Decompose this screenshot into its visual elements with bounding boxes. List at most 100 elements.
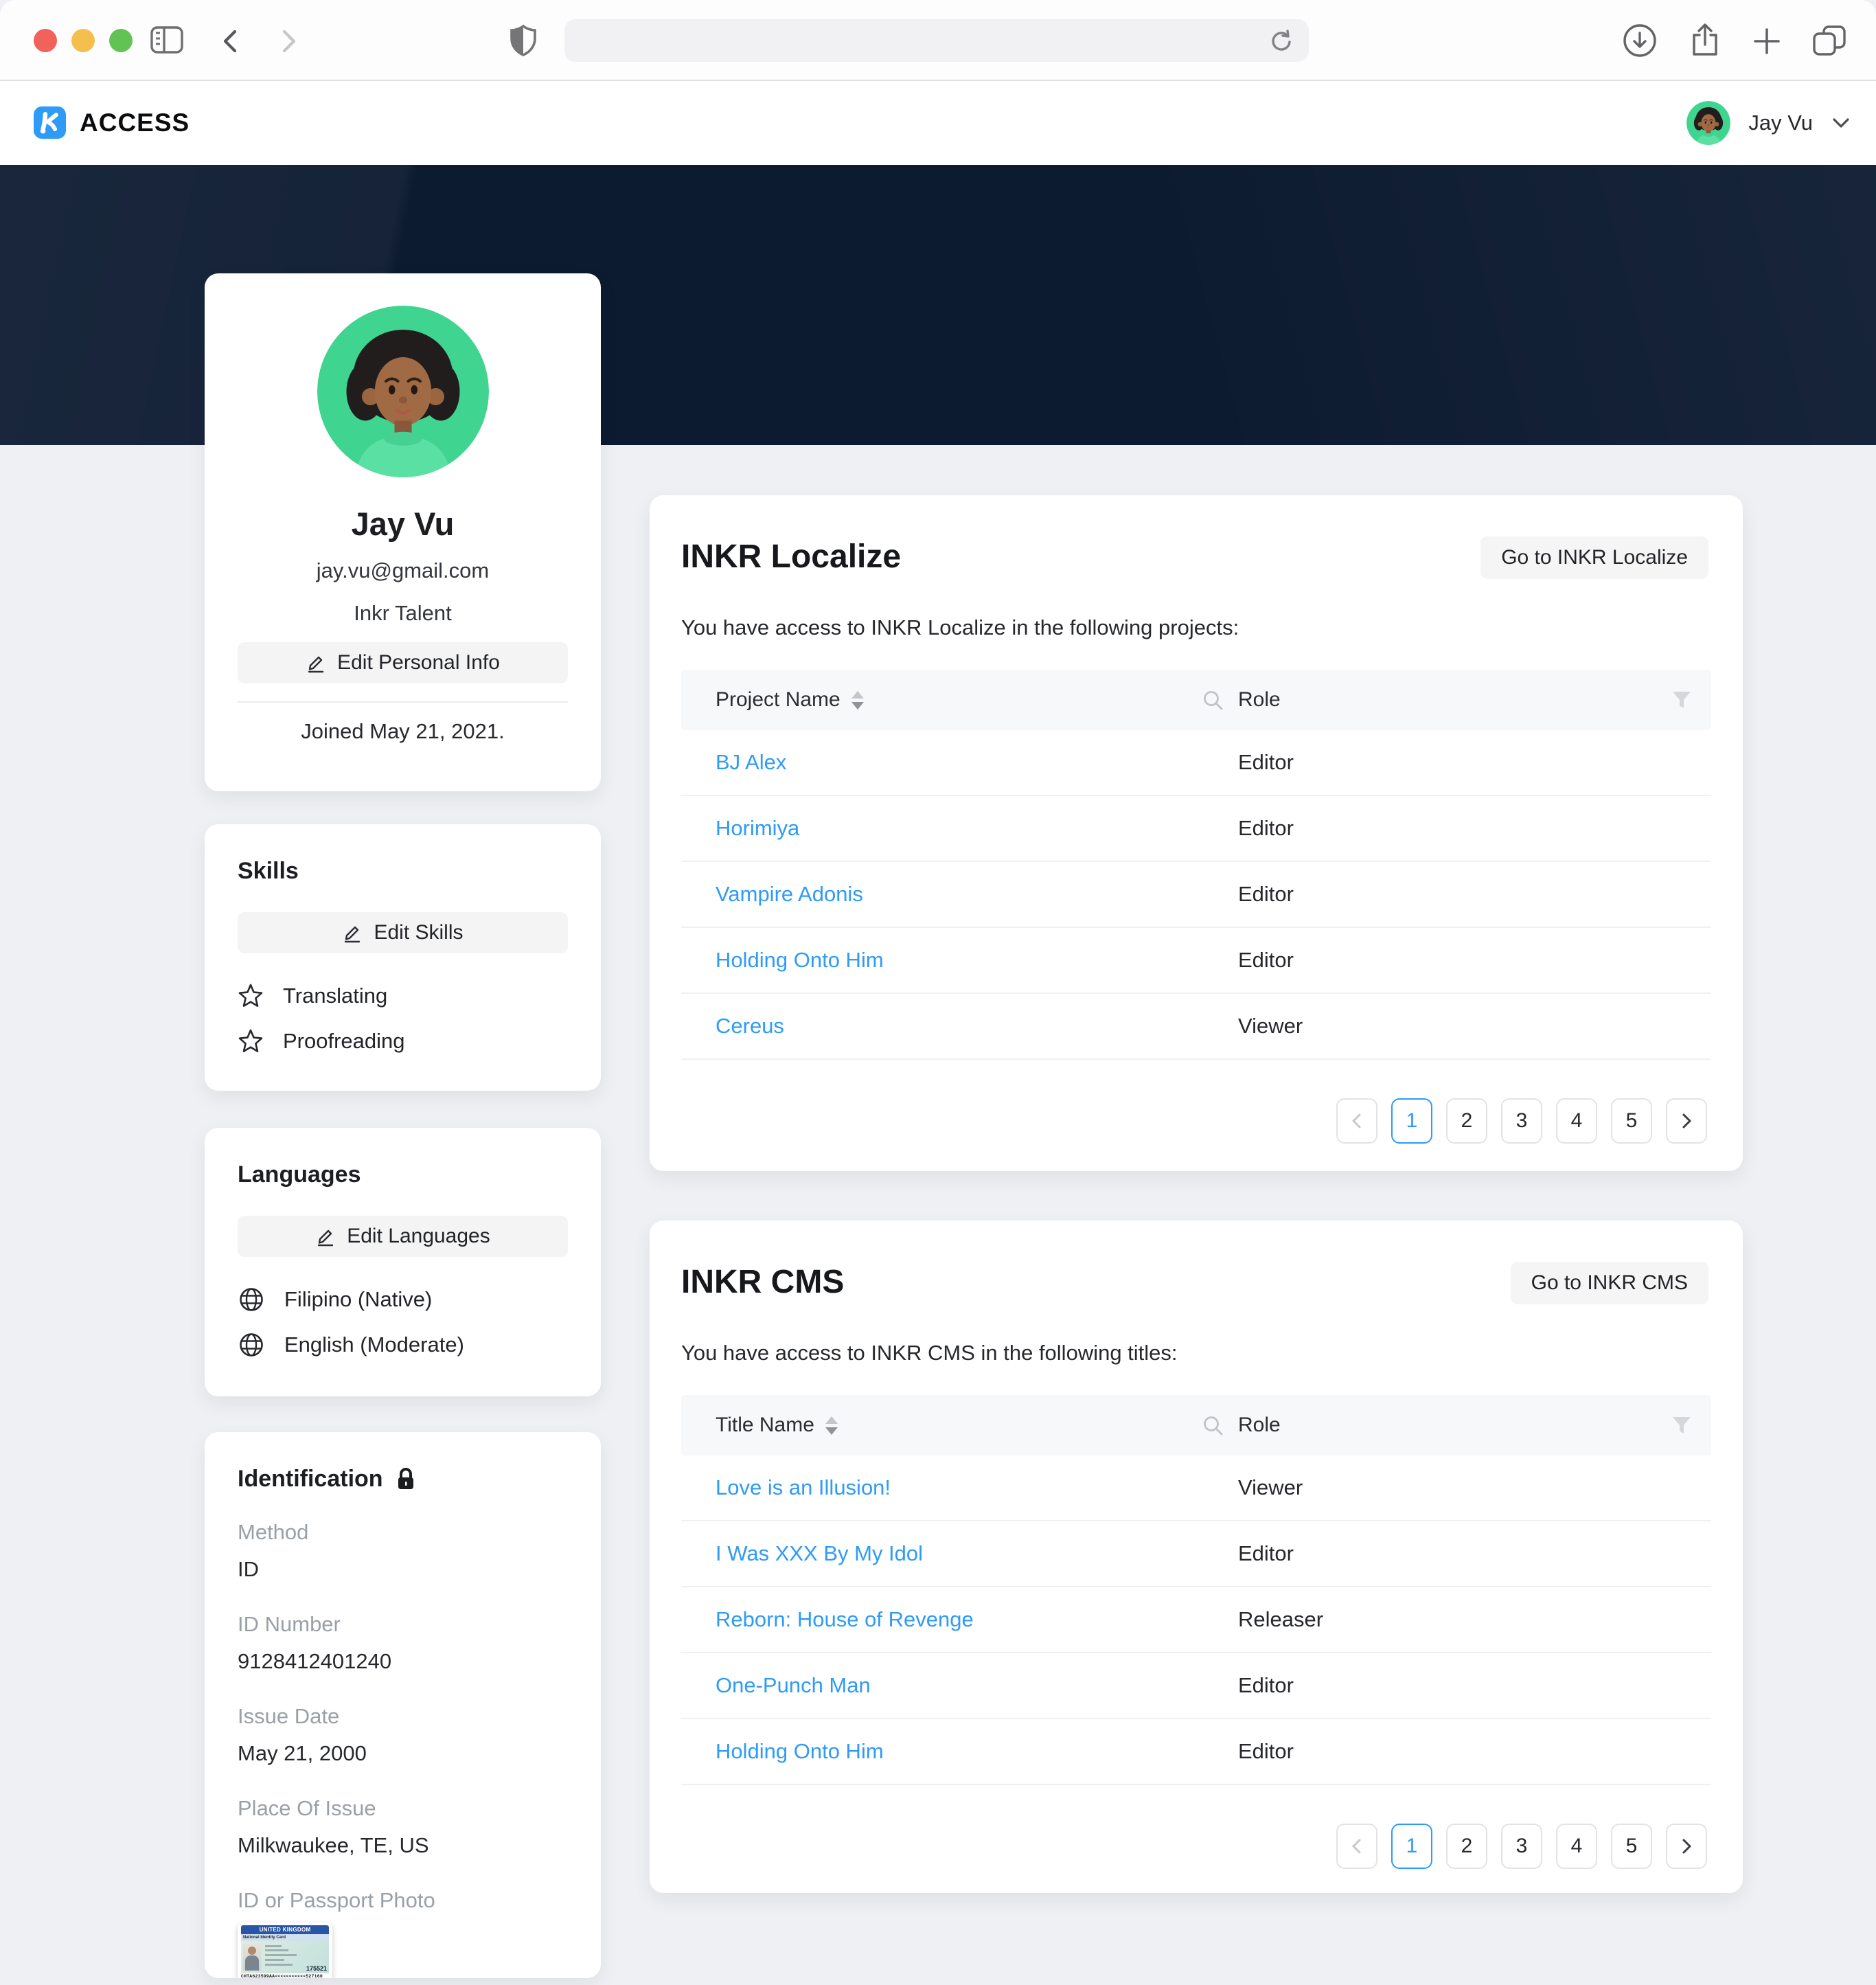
new-tab-icon[interactable] <box>1751 25 1783 57</box>
page-button-1[interactable]: 1 <box>1391 1824 1432 1869</box>
project-link[interactable]: Horimiya <box>716 816 799 841</box>
language-item: Filipino (Native) <box>238 1284 568 1315</box>
page-button-2[interactable]: 2 <box>1446 1098 1487 1144</box>
back-button[interactable] <box>218 27 243 55</box>
page-button-4[interactable]: 4 <box>1556 1098 1597 1144</box>
localize-description: You have access to INKR Localize in the … <box>681 615 1711 641</box>
title-link[interactable]: Holding Onto Him <box>716 1739 884 1764</box>
id-card-mrz-line1: CHTA623599AA<<<<<<<<<<<527160 <box>241 1973 329 1978</box>
project-link[interactable]: BJ Alex <box>716 750 786 775</box>
table-row: Horimiya Editor <box>681 796 1711 862</box>
user-name: Jay Vu <box>1748 111 1813 135</box>
column-title-name: Title Name <box>716 1414 814 1437</box>
tab-overview-icon[interactable] <box>1810 23 1849 58</box>
edit-personal-info-button[interactable]: Edit Personal Info <box>238 642 568 683</box>
page-button-5[interactable]: 5 <box>1611 1824 1652 1869</box>
zoom-window-button[interactable] <box>109 29 133 52</box>
filter-funnel-icon[interactable] <box>1671 690 1692 710</box>
column-role: Role <box>1238 1414 1281 1437</box>
next-page-button[interactable] <box>1666 1098 1707 1144</box>
column-role: Role <box>1238 688 1281 712</box>
chevron-down-icon <box>1831 115 1851 131</box>
search-icon[interactable] <box>1202 689 1225 712</box>
close-window-button[interactable] <box>34 29 57 52</box>
pagination: 1 2 3 4 5 <box>681 1824 1711 1869</box>
id-photo-thumbnail[interactable]: UNITED KINGDOM National Identity Card 17… <box>238 1922 332 1978</box>
language-label: English (Moderate) <box>284 1332 464 1357</box>
edit-languages-button[interactable]: Edit Languages <box>238 1216 568 1257</box>
identification-card: Identification Method ID ID Number 91284… <box>205 1432 601 1978</box>
localize-table: Project Name Role BJ Alex Editor Horimiy… <box>681 670 1711 1060</box>
page-button-1[interactable]: 1 <box>1391 1098 1432 1144</box>
sort-icon[interactable] <box>825 1416 838 1435</box>
table-row: One-Punch Man Editor <box>681 1653 1711 1719</box>
page-button-4[interactable]: 4 <box>1556 1824 1597 1869</box>
field-label: Issue Date <box>238 1704 568 1729</box>
sort-icon[interactable] <box>851 691 864 710</box>
title-link[interactable]: I Was XXX By My Idol <box>716 1541 923 1566</box>
user-menu[interactable]: Jay Vu <box>1686 81 1860 165</box>
role-value: Editor <box>1238 816 1294 841</box>
user-avatar <box>1686 101 1730 145</box>
address-bar[interactable] <box>564 19 1309 62</box>
star-icon <box>238 983 264 1009</box>
field-label: Place Of Issue <box>238 1796 568 1821</box>
profile-name: Jay Vu <box>238 505 568 543</box>
id-card-country: UNITED KINGDOM <box>241 1925 329 1934</box>
globe-icon <box>238 1286 265 1313</box>
reload-icon[interactable] <box>1269 29 1294 54</box>
edit-skills-button[interactable]: Edit Skills <box>238 912 568 953</box>
sidebar-toggle-icon[interactable] <box>150 25 184 55</box>
next-page-button[interactable] <box>1666 1824 1707 1869</box>
page-button-3[interactable]: 3 <box>1501 1824 1542 1869</box>
page-button-3[interactable]: 3 <box>1501 1098 1542 1144</box>
profile-avatar <box>317 306 489 477</box>
downloads-icon[interactable] <box>1622 23 1658 58</box>
project-link[interactable]: Vampire Adonis <box>716 882 863 907</box>
share-icon[interactable] <box>1688 21 1722 60</box>
table-row: Love is an Illusion! Viewer <box>681 1455 1711 1521</box>
page-button-2[interactable]: 2 <box>1446 1824 1487 1869</box>
lock-icon <box>396 1467 416 1490</box>
goto-inkr-localize-button[interactable]: Go to INKR Localize <box>1480 536 1708 579</box>
table-row: BJ Alex Editor <box>681 730 1711 796</box>
skill-label: Proofreading <box>283 1029 405 1054</box>
search-icon[interactable] <box>1202 1414 1225 1438</box>
window-controls <box>34 29 133 52</box>
skill-label: Translating <box>283 984 387 1008</box>
pagination: 1 2 3 4 5 <box>681 1098 1711 1144</box>
table-row: Holding Onto Him Editor <box>681 928 1711 994</box>
privacy-shield-icon[interactable] <box>510 23 537 58</box>
inkr-localize-card: INKR Localize Go to INKR Localize You ha… <box>650 495 1743 1171</box>
languages-card: Languages Edit Languages Filipino (Nativ… <box>205 1128 601 1396</box>
forward-button[interactable] <box>276 27 301 55</box>
column-project-name: Project Name <box>716 688 840 712</box>
profile-card: Jay Vu jay.vu@gmail.com Inkr Talent Edit… <box>205 273 601 791</box>
title-link[interactable]: Reborn: House of Revenge <box>716 1607 974 1632</box>
profile-email: jay.vu@gmail.com <box>238 558 568 583</box>
page-button-5[interactable]: 5 <box>1611 1098 1652 1144</box>
goto-inkr-cms-button[interactable]: Go to INKR CMS <box>1511 1262 1708 1304</box>
role-value: Editor <box>1238 1739 1294 1764</box>
prev-page-button[interactable] <box>1336 1098 1377 1144</box>
app-title: ACCESS <box>80 109 190 137</box>
profile-org: Inkr Talent <box>238 601 568 626</box>
role-value: Viewer <box>1238 1475 1303 1500</box>
cms-description: You have access to INKR CMS in the follo… <box>681 1340 1711 1366</box>
inkr-logo[interactable] <box>34 106 66 139</box>
minimize-window-button[interactable] <box>71 29 95 52</box>
field-value: ID <box>238 1557 568 1582</box>
table-row: Vampire Adonis Editor <box>681 862 1711 928</box>
project-link[interactable]: Holding Onto Him <box>716 948 884 973</box>
table-row: I Was XXX By My Idol Editor <box>681 1521 1711 1587</box>
id-card-body: 175521 <box>241 1941 329 1973</box>
skill-item: Proofreading <box>238 1026 568 1056</box>
edit-pen-icon <box>315 1226 336 1247</box>
filter-funnel-icon[interactable] <box>1671 1416 1692 1435</box>
title-link[interactable]: Love is an Illusion! <box>716 1475 891 1500</box>
id-card-number: 175521 <box>306 1965 327 1972</box>
prev-page-button[interactable] <box>1336 1824 1377 1869</box>
project-link[interactable]: Cereus <box>716 1014 784 1039</box>
star-icon <box>238 1028 264 1054</box>
title-link[interactable]: One-Punch Man <box>716 1673 871 1698</box>
